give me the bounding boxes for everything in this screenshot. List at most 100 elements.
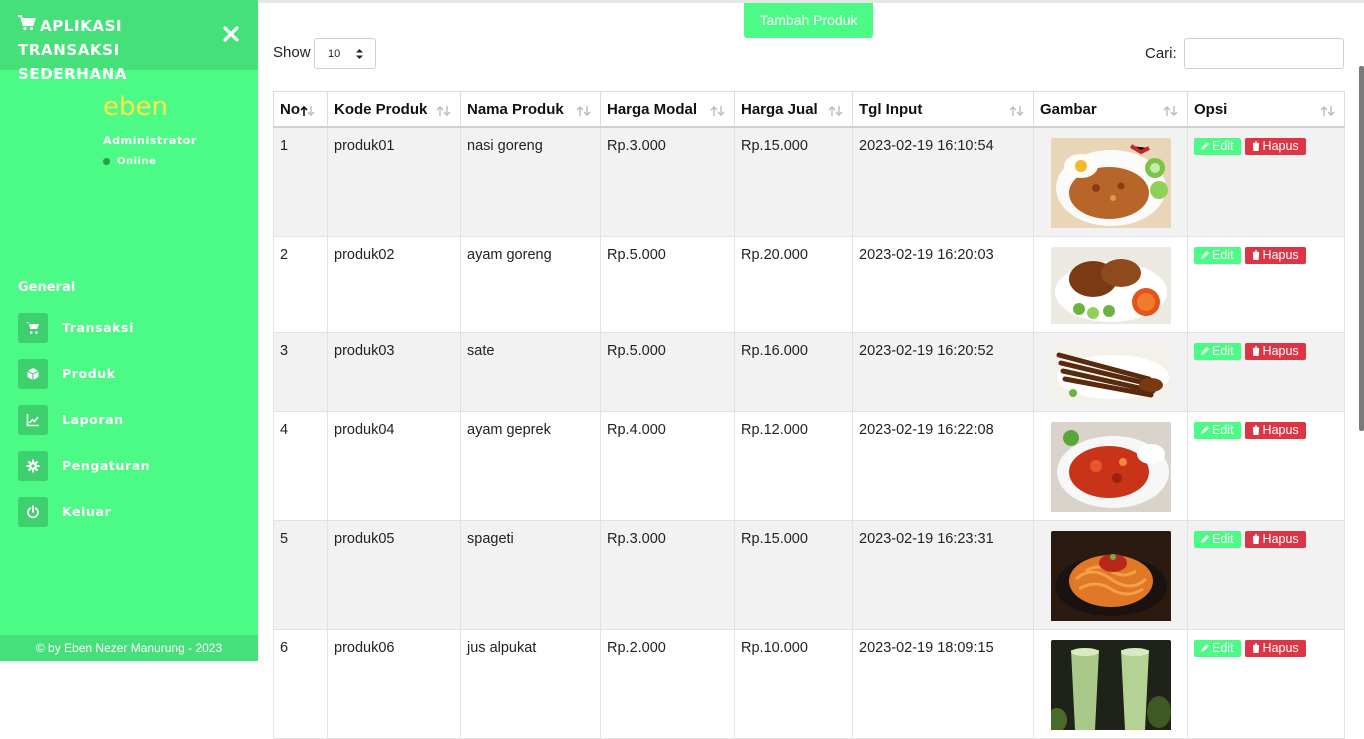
edit-button[interactable]: Edit (1194, 138, 1241, 155)
cell-modal: Rp.5.000 (600, 332, 735, 412)
cell-modal: Rp.4.000 (600, 411, 735, 521)
delete-button[interactable]: Hapus (1244, 138, 1306, 155)
cell-opsi: Edit Hapus (1187, 332, 1345, 412)
cell-tgl: 2023-02-19 16:22:08 (852, 411, 1034, 521)
column-header-gambar[interactable]: Gambar (1033, 91, 1188, 128)
cell-nama: jus alpukat (460, 629, 601, 739)
delete-button[interactable]: Hapus (1244, 343, 1306, 360)
delete-label: Hapus (1262, 423, 1299, 437)
cell-modal: Rp.3.000 (600, 520, 735, 630)
scrollbar[interactable] (1359, 66, 1364, 431)
table-header-row: No Kode Produk Nama Produk Harga Modal H… (273, 91, 1345, 128)
cell-kode: produk01 (327, 126, 461, 237)
search-input[interactable] (1184, 38, 1344, 69)
sidebar-item-label: Produk (62, 366, 116, 381)
edit-label: Edit (1212, 423, 1234, 437)
cell-modal: Rp.2.000 (600, 629, 735, 739)
close-icon[interactable] (223, 26, 241, 44)
sidebar-item-pengaturan[interactable]: Pengaturan (18, 451, 238, 481)
cell-no: 4 (273, 411, 328, 521)
cell-opsi: Edit Hapus (1187, 411, 1345, 521)
edit-label: Edit (1212, 532, 1234, 546)
delete-button[interactable]: Hapus (1244, 640, 1306, 657)
delete-label: Hapus (1262, 139, 1299, 153)
delete-button[interactable]: Hapus (1244, 422, 1306, 439)
table-row: 5 produk05 spageti Rp.3.000 Rp.15.000 20… (273, 520, 1345, 630)
add-product-button[interactable]: Tambah Produk (744, 3, 873, 38)
cart-icon (18, 313, 48, 343)
table-row: 1 produk01 nasi goreng Rp.3.000 Rp.15.00… (273, 126, 1345, 237)
sidebar-item-label: Keluar (62, 504, 112, 519)
cell-no: 3 (273, 332, 328, 412)
power-icon (18, 497, 48, 527)
sidebar-item-laporan[interactable]: Laporan (18, 405, 238, 435)
ayam-goreng-image (1050, 247, 1171, 328)
sidebar-item-keluar[interactable]: Keluar (18, 497, 238, 527)
cell-gambar (1033, 332, 1188, 412)
cell-modal: Rp.3.000 (600, 126, 735, 237)
spageti-image (1050, 531, 1171, 625)
cell-gambar (1033, 236, 1188, 333)
column-header-opsi[interactable]: Opsi (1187, 91, 1345, 128)
cell-tgl: 2023-02-19 16:20:52 (852, 332, 1034, 412)
edit-button[interactable]: Edit (1194, 247, 1241, 264)
user-role: Administrator (103, 134, 197, 147)
box-icon (18, 359, 48, 389)
cell-jual: Rp.15.000 (734, 126, 853, 237)
cell-nama: nasi goreng (460, 126, 601, 237)
cell-gambar (1033, 411, 1188, 521)
cell-no: 6 (273, 629, 328, 739)
search-label: Cari: (1145, 45, 1177, 62)
sidebar-item-transaksi[interactable]: Transaksi (18, 313, 238, 343)
app-title: APLIKASI TRANSAKSI SEDERHANA (18, 17, 128, 83)
delete-button[interactable]: Hapus (1244, 247, 1306, 264)
edit-button[interactable]: Edit (1194, 531, 1241, 548)
column-header-kode[interactable]: Kode Produk (327, 91, 461, 128)
cell-no: 1 (273, 126, 328, 237)
column-header-jual[interactable]: Harga Jual (734, 91, 853, 128)
sort-icon (576, 104, 592, 121)
column-header-label: No (280, 100, 300, 118)
sidebar-item-label: Laporan (62, 412, 124, 427)
sidebar-item-label: Transaksi (62, 320, 134, 335)
ayam-geprek-image (1050, 422, 1171, 516)
column-header-label: Nama Produk (467, 100, 564, 118)
product-table: No Kode Produk Nama Produk Harga Modal H… (273, 91, 1345, 739)
cell-nama: ayam goreng (460, 236, 601, 333)
gear-icon (18, 451, 48, 481)
delete-label: Hapus (1262, 641, 1299, 655)
edit-button[interactable]: Edit (1194, 343, 1241, 360)
column-header-modal[interactable]: Harga Modal (600, 91, 735, 128)
cell-gambar (1033, 629, 1188, 739)
cell-jual: Rp.12.000 (734, 411, 853, 521)
sidebar-item-produk[interactable]: Produk (18, 359, 238, 389)
cell-nama: ayam geprek (460, 411, 601, 521)
edit-button[interactable]: Edit (1194, 640, 1241, 657)
sort-icon (1320, 104, 1336, 121)
sort-icon (436, 104, 452, 121)
cell-opsi: Edit Hapus (1187, 236, 1345, 333)
edit-label: Edit (1212, 248, 1234, 262)
online-dot-icon (103, 157, 110, 165)
column-header-tgl[interactable]: Tgl Input (852, 91, 1034, 128)
column-header-nama[interactable]: Nama Produk (460, 91, 601, 128)
cell-gambar (1033, 126, 1188, 237)
edit-label: Edit (1212, 641, 1234, 655)
table-row: 6 produk06 jus alpukat Rp.2.000 Rp.10.00… (273, 629, 1345, 739)
table-row: 4 produk04 ayam geprek Rp.4.000 Rp.12.00… (273, 411, 1345, 521)
column-header-label: Tgl Input (859, 100, 923, 118)
brand-bar: APLIKASI TRANSAKSI SEDERHANA (0, 0, 258, 83)
table-row: 3 produk03 sate Rp.5.000 Rp.16.000 2023-… (273, 332, 1345, 412)
cell-jual: Rp.15.000 (734, 520, 853, 630)
entries-select[interactable]: 10 (314, 38, 376, 69)
delete-button[interactable]: Hapus (1244, 531, 1306, 548)
select-arrows-icon (355, 47, 364, 64)
menu-section-header: General (18, 280, 76, 295)
sort-icon (1009, 104, 1025, 121)
table-row: 2 produk02 ayam goreng Rp.5.000 Rp.20.00… (273, 236, 1345, 333)
column-header-no[interactable]: No (273, 91, 328, 128)
sate-image (1050, 343, 1171, 407)
cell-kode: produk05 (327, 520, 461, 630)
edit-button[interactable]: Edit (1194, 422, 1241, 439)
sort-asc-icon (300, 104, 320, 121)
